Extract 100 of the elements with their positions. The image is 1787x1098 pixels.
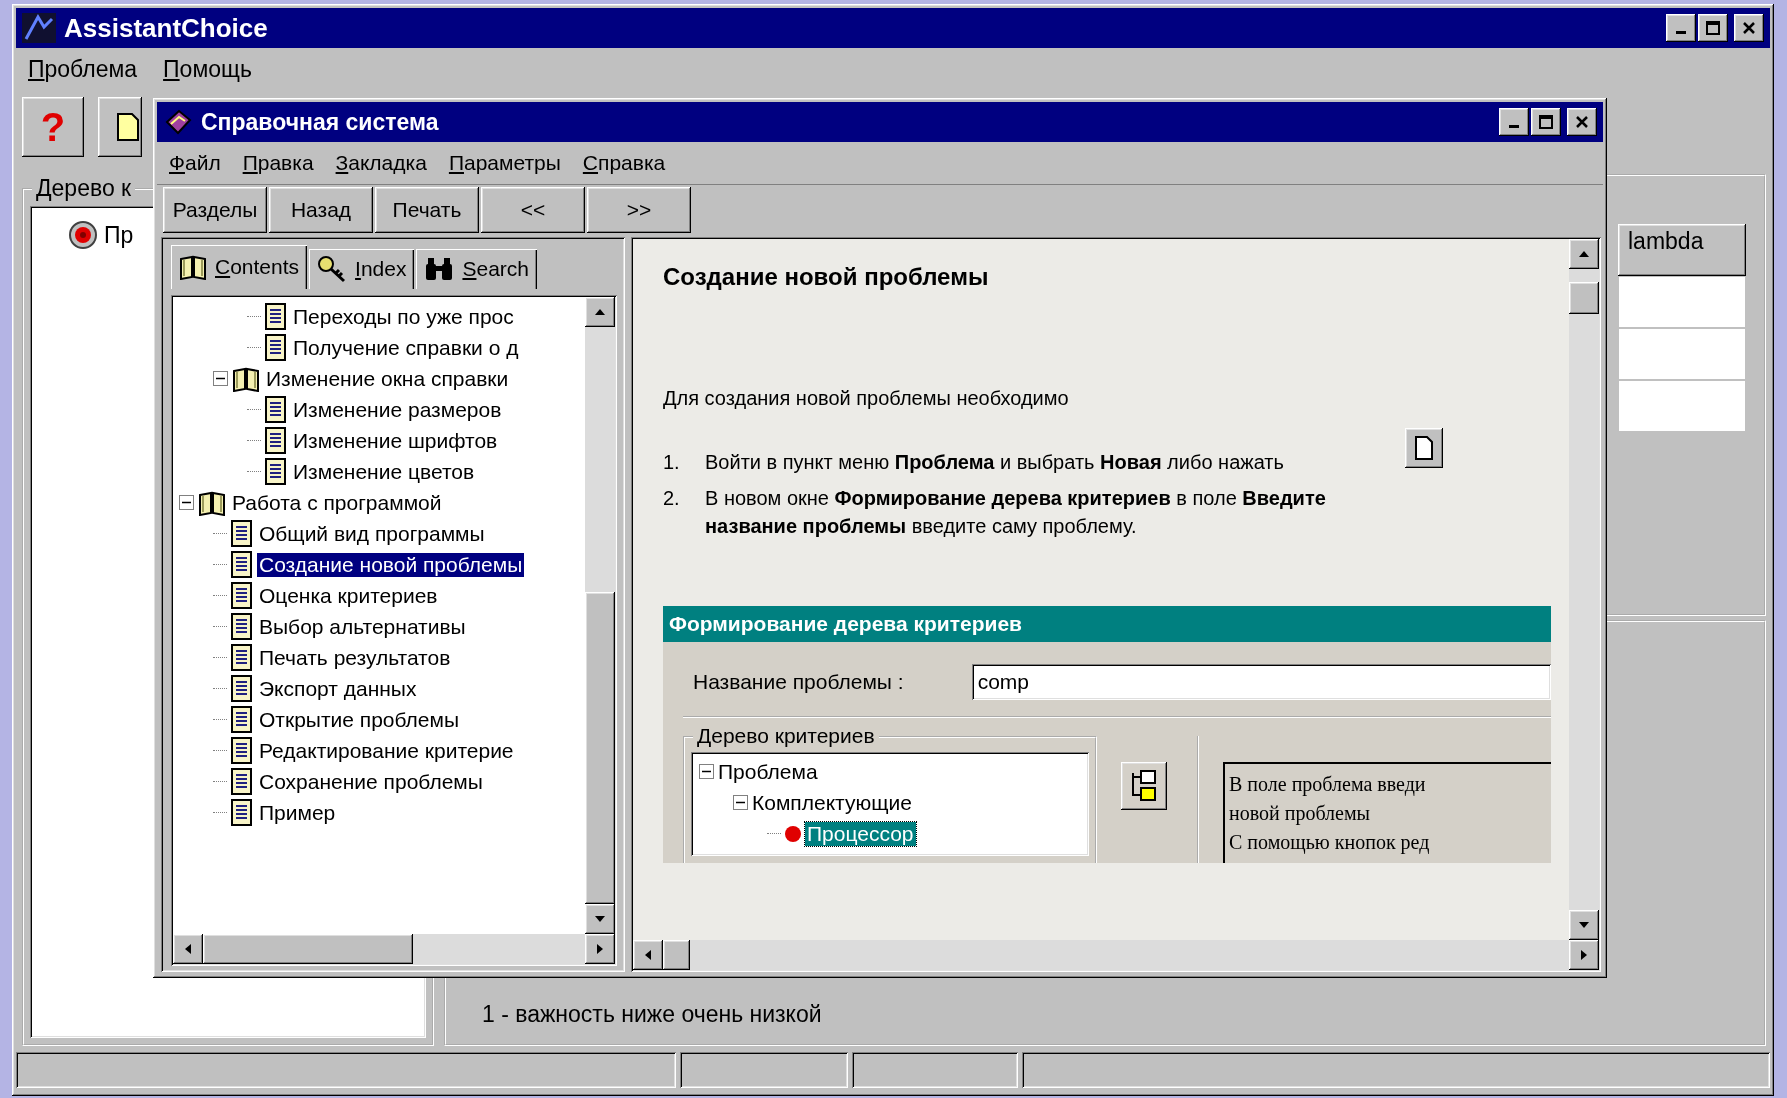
close-button[interactable] — [1567, 108, 1597, 136]
scrollbar-thumb[interactable] — [203, 934, 414, 964]
memo-line: В поле проблема введи — [1229, 772, 1427, 798]
binoculars-icon — [424, 256, 455, 282]
toolbar-button[interactable]: Печать — [375, 187, 479, 233]
field-label: Название проблемы : — [693, 670, 904, 694]
tree-item[interactable]: Выбор альтернативы — [257, 614, 468, 639]
menu-item[interactable]: Проблема — [28, 55, 138, 83]
maximize-icon — [1706, 21, 1720, 35]
scroll-right-button[interactable] — [1569, 940, 1599, 970]
hint-text: 1 - важность ниже очень низкой — [482, 1001, 822, 1028]
menu-item[interactable]: Параметры — [448, 151, 561, 175]
collapse-icon[interactable] — [733, 795, 748, 810]
toolbar-button[interactable]: << — [481, 187, 585, 233]
close-icon — [1742, 21, 1756, 35]
scroll-right-button[interactable] — [585, 934, 615, 964]
tree-item[interactable]: Сохранение проблемы — [257, 769, 485, 794]
tree-item[interactable]: Открытие проблемы — [257, 707, 462, 732]
up-arrow-icon — [1578, 250, 1590, 258]
menu-item[interactable]: Файл — [169, 151, 221, 175]
tree-item[interactable]: Пример — [257, 800, 338, 825]
target-icon — [68, 220, 98, 250]
vertical-scrollbar[interactable] — [585, 297, 615, 934]
document-icon — [116, 112, 140, 142]
scrollbar-thumb[interactable] — [1569, 281, 1599, 314]
minimize-button[interactable] — [1499, 108, 1529, 136]
tree-item[interactable]: Пр — [104, 221, 134, 249]
tab[interactable]: Contents — [171, 245, 308, 289]
collapse-icon[interactable] — [699, 764, 714, 779]
paragraph: Для создания новой проблемы необходимо — [663, 387, 1070, 410]
menu-item[interactable]: Правка — [242, 151, 314, 175]
close-button[interactable] — [1734, 14, 1764, 42]
down-arrow-icon — [594, 915, 606, 923]
step-text: В новом окне Формирование дерева критериев в поле Введите название проблемы введите саму проблему. — [705, 486, 1327, 539]
page-icon — [265, 333, 287, 362]
node-dot-icon — [785, 825, 801, 842]
scroll-up-button[interactable] — [585, 297, 615, 327]
tree-item[interactable]: Получение справки о д — [291, 335, 521, 360]
scroll-down-button[interactable] — [1569, 910, 1599, 940]
maximize-button[interactable] — [1698, 14, 1728, 42]
tab[interactable]: Search — [416, 249, 537, 289]
key-icon — [317, 255, 348, 283]
toolbar-button[interactable]: Назад — [269, 187, 373, 233]
collapse-icon[interactable] — [213, 371, 228, 386]
step-number: 2. — [663, 486, 681, 511]
tree-item[interactable]: Оценка критериев — [257, 583, 440, 608]
tree-item: Проблема — [718, 759, 818, 784]
minimize-button[interactable] — [1666, 14, 1696, 42]
menu-item[interactable]: Справка — [582, 151, 666, 175]
page-icon — [231, 550, 253, 579]
tree-item[interactable]: Общий вид программы — [257, 521, 487, 546]
tree-item[interactable]: Редактирование критерие — [257, 738, 516, 763]
dialog-title: Формирование дерева критериев — [663, 606, 1551, 642]
scrollbar-thumb[interactable] — [585, 592, 615, 904]
document-icon — [1414, 435, 1434, 461]
page-icon — [231, 612, 253, 641]
tree-item[interactable]: Изменение окна справки — [264, 366, 511, 391]
page-icon — [231, 736, 253, 765]
minimize-icon — [1509, 125, 1519, 128]
minimize-icon — [1676, 31, 1686, 34]
input-field: comp — [971, 664, 1551, 700]
menu-item[interactable]: Помощь — [163, 55, 252, 83]
scroll-up-button[interactable] — [1569, 239, 1599, 269]
page-icon — [231, 705, 253, 734]
tree-item[interactable]: Экспорт данных — [257, 676, 419, 701]
maximize-icon — [1539, 115, 1553, 129]
tab[interactable]: Index — [309, 249, 415, 289]
tree-item[interactable]: Работа с программой — [230, 490, 444, 515]
tree-item[interactable]: Изменение цветов — [291, 459, 477, 484]
scroll-left-button[interactable] — [173, 934, 203, 964]
tree-item[interactable]: Изменение размеров — [291, 397, 504, 422]
page-icon — [231, 674, 253, 703]
maximize-button[interactable] — [1531, 108, 1561, 136]
left-arrow-icon — [184, 943, 192, 955]
scroll-down-button[interactable] — [585, 904, 615, 934]
horizontal-scrollbar[interactable] — [633, 940, 1599, 970]
page-icon — [231, 767, 253, 796]
scrollbar-thumb[interactable] — [663, 940, 691, 970]
horizontal-scrollbar[interactable] — [173, 934, 615, 964]
page-icon — [231, 581, 253, 610]
tree-item[interactable]: Создание новой проблемы — [257, 552, 525, 577]
window-title: AssistantChoice — [64, 12, 268, 44]
step-number: 1. — [663, 450, 681, 475]
collapse-icon[interactable] — [179, 495, 194, 510]
topic-heading: Создание новой проблемы — [663, 263, 990, 291]
column-header[interactable]: lambda — [1618, 224, 1746, 276]
tree-item[interactable]: Изменение шрифтов — [291, 428, 500, 453]
tree-item[interactable]: Переходы по уже прос — [291, 304, 516, 329]
toolbar-button[interactable]: >> — [587, 187, 691, 233]
toolbar-button[interactable]: Разделы — [163, 187, 267, 233]
page-icon — [231, 643, 253, 672]
menu-item[interactable]: Закладка — [335, 151, 427, 175]
app-icon — [22, 13, 56, 43]
tree-item[interactable]: Печать результатов — [257, 645, 453, 670]
window-title: Справочная система — [201, 108, 439, 136]
vertical-scrollbar[interactable] — [1569, 239, 1599, 940]
tree-item: Процессор — [805, 821, 916, 846]
new-problem-button[interactable] — [98, 97, 142, 157]
step-text: Войти в пункт меню Проблема и выбрать Новая либо нажать — [705, 450, 1285, 475]
scroll-left-button[interactable] — [633, 940, 663, 970]
